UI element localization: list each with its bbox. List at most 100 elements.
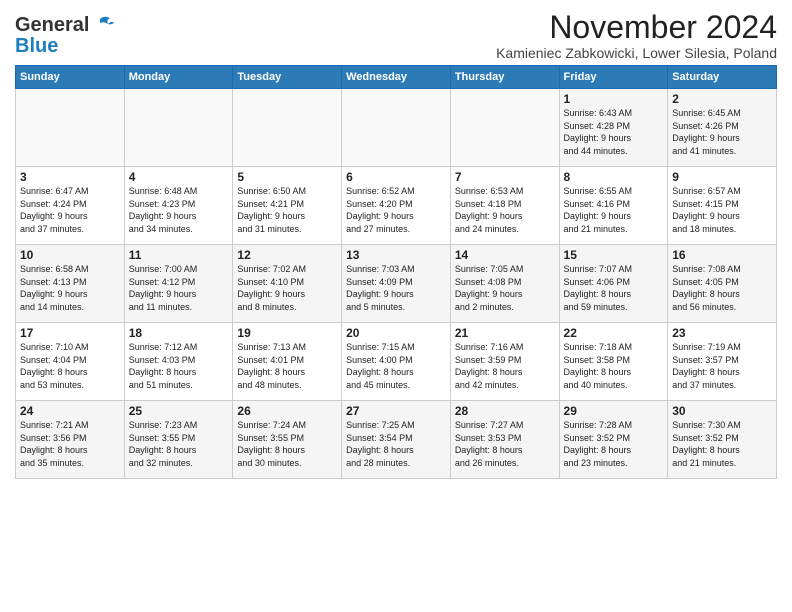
day-info: Sunrise: 7:23 AM Sunset: 3:55 PM Dayligh…: [129, 419, 229, 469]
day-info: Sunrise: 6:57 AM Sunset: 4:15 PM Dayligh…: [672, 185, 772, 235]
col-thursday: Thursday: [450, 66, 559, 89]
day-info: Sunrise: 7:16 AM Sunset: 3:59 PM Dayligh…: [455, 341, 555, 391]
day-number: 15: [564, 248, 664, 262]
calendar-cell: [16, 89, 125, 167]
calendar-cell: 27Sunrise: 7:25 AM Sunset: 3:54 PM Dayli…: [342, 401, 451, 479]
day-number: 3: [20, 170, 120, 184]
day-info: Sunrise: 6:48 AM Sunset: 4:23 PM Dayligh…: [129, 185, 229, 235]
logo-bird-icon: [92, 15, 114, 35]
day-number: 1: [564, 92, 664, 106]
calendar-cell: 20Sunrise: 7:15 AM Sunset: 4:00 PM Dayli…: [342, 323, 451, 401]
calendar-cell: 12Sunrise: 7:02 AM Sunset: 4:10 PM Dayli…: [233, 245, 342, 323]
day-number: 8: [564, 170, 664, 184]
day-info: Sunrise: 7:08 AM Sunset: 4:05 PM Dayligh…: [672, 263, 772, 313]
day-number: 19: [237, 326, 337, 340]
calendar-cell: 8Sunrise: 6:55 AM Sunset: 4:16 PM Daylig…: [559, 167, 668, 245]
day-info: Sunrise: 7:24 AM Sunset: 3:55 PM Dayligh…: [237, 419, 337, 469]
day-info: Sunrise: 6:45 AM Sunset: 4:26 PM Dayligh…: [672, 107, 772, 157]
day-info: Sunrise: 6:53 AM Sunset: 4:18 PM Dayligh…: [455, 185, 555, 235]
day-info: Sunrise: 7:15 AM Sunset: 4:00 PM Dayligh…: [346, 341, 446, 391]
col-saturday: Saturday: [668, 66, 777, 89]
calendar-cell: 29Sunrise: 7:28 AM Sunset: 3:52 PM Dayli…: [559, 401, 668, 479]
day-info: Sunrise: 7:07 AM Sunset: 4:06 PM Dayligh…: [564, 263, 664, 313]
day-number: 20: [346, 326, 446, 340]
col-wednesday: Wednesday: [342, 66, 451, 89]
col-monday: Monday: [124, 66, 233, 89]
day-number: 13: [346, 248, 446, 262]
day-info: Sunrise: 6:52 AM Sunset: 4:20 PM Dayligh…: [346, 185, 446, 235]
day-number: 9: [672, 170, 772, 184]
calendar-cell: [450, 89, 559, 167]
day-number: 26: [237, 404, 337, 418]
day-number: 14: [455, 248, 555, 262]
calendar-week-row: 17Sunrise: 7:10 AM Sunset: 4:04 PM Dayli…: [16, 323, 777, 401]
calendar-cell: [233, 89, 342, 167]
day-info: Sunrise: 7:00 AM Sunset: 4:12 PM Dayligh…: [129, 263, 229, 313]
calendar-cell: 30Sunrise: 7:30 AM Sunset: 3:52 PM Dayli…: [668, 401, 777, 479]
calendar-cell: 1Sunrise: 6:43 AM Sunset: 4:28 PM Daylig…: [559, 89, 668, 167]
day-info: Sunrise: 7:05 AM Sunset: 4:08 PM Dayligh…: [455, 263, 555, 313]
day-number: 22: [564, 326, 664, 340]
logo: General Blue: [15, 14, 114, 58]
calendar-cell: 19Sunrise: 7:13 AM Sunset: 4:01 PM Dayli…: [233, 323, 342, 401]
day-number: 5: [237, 170, 337, 184]
day-number: 11: [129, 248, 229, 262]
calendar-cell: 26Sunrise: 7:24 AM Sunset: 3:55 PM Dayli…: [233, 401, 342, 479]
col-friday: Friday: [559, 66, 668, 89]
calendar-cell: 5Sunrise: 6:50 AM Sunset: 4:21 PM Daylig…: [233, 167, 342, 245]
day-info: Sunrise: 7:12 AM Sunset: 4:03 PM Dayligh…: [129, 341, 229, 391]
day-info: Sunrise: 7:30 AM Sunset: 3:52 PM Dayligh…: [672, 419, 772, 469]
calendar-week-row: 24Sunrise: 7:21 AM Sunset: 3:56 PM Dayli…: [16, 401, 777, 479]
calendar-cell: 9Sunrise: 6:57 AM Sunset: 4:15 PM Daylig…: [668, 167, 777, 245]
day-info: Sunrise: 7:21 AM Sunset: 3:56 PM Dayligh…: [20, 419, 120, 469]
calendar-cell: 15Sunrise: 7:07 AM Sunset: 4:06 PM Dayli…: [559, 245, 668, 323]
day-number: 17: [20, 326, 120, 340]
header: General Blue November 2024 Kamieniec Zab…: [15, 10, 777, 61]
day-number: 24: [20, 404, 120, 418]
calendar-week-row: 1Sunrise: 6:43 AM Sunset: 4:28 PM Daylig…: [16, 89, 777, 167]
calendar-cell: 22Sunrise: 7:18 AM Sunset: 3:58 PM Dayli…: [559, 323, 668, 401]
calendar-cell: 10Sunrise: 6:58 AM Sunset: 4:13 PM Dayli…: [16, 245, 125, 323]
calendar-cell: 25Sunrise: 7:23 AM Sunset: 3:55 PM Dayli…: [124, 401, 233, 479]
calendar-cell: [124, 89, 233, 167]
day-info: Sunrise: 7:13 AM Sunset: 4:01 PM Dayligh…: [237, 341, 337, 391]
day-info: Sunrise: 6:55 AM Sunset: 4:16 PM Dayligh…: [564, 185, 664, 235]
day-info: Sunrise: 7:28 AM Sunset: 3:52 PM Dayligh…: [564, 419, 664, 469]
calendar-cell: 2Sunrise: 6:45 AM Sunset: 4:26 PM Daylig…: [668, 89, 777, 167]
calendar-cell: 18Sunrise: 7:12 AM Sunset: 4:03 PM Dayli…: [124, 323, 233, 401]
day-info: Sunrise: 7:18 AM Sunset: 3:58 PM Dayligh…: [564, 341, 664, 391]
day-info: Sunrise: 7:02 AM Sunset: 4:10 PM Dayligh…: [237, 263, 337, 313]
day-info: Sunrise: 6:58 AM Sunset: 4:13 PM Dayligh…: [20, 263, 120, 313]
calendar-cell: 17Sunrise: 7:10 AM Sunset: 4:04 PM Dayli…: [16, 323, 125, 401]
calendar-table: Sunday Monday Tuesday Wednesday Thursday…: [15, 65, 777, 479]
calendar-cell: 23Sunrise: 7:19 AM Sunset: 3:57 PM Dayli…: [668, 323, 777, 401]
day-number: 27: [346, 404, 446, 418]
calendar-cell: [342, 89, 451, 167]
calendar-cell: 4Sunrise: 6:48 AM Sunset: 4:23 PM Daylig…: [124, 167, 233, 245]
day-info: Sunrise: 6:50 AM Sunset: 4:21 PM Dayligh…: [237, 185, 337, 235]
calendar-cell: 7Sunrise: 6:53 AM Sunset: 4:18 PM Daylig…: [450, 167, 559, 245]
day-info: Sunrise: 7:03 AM Sunset: 4:09 PM Dayligh…: [346, 263, 446, 313]
location: Kamieniec Zabkowicki, Lower Silesia, Pol…: [496, 45, 777, 61]
calendar-cell: 24Sunrise: 7:21 AM Sunset: 3:56 PM Dayli…: [16, 401, 125, 479]
day-info: Sunrise: 7:27 AM Sunset: 3:53 PM Dayligh…: [455, 419, 555, 469]
col-tuesday: Tuesday: [233, 66, 342, 89]
day-number: 29: [564, 404, 664, 418]
day-number: 2: [672, 92, 772, 106]
calendar-cell: 6Sunrise: 6:52 AM Sunset: 4:20 PM Daylig…: [342, 167, 451, 245]
day-number: 21: [455, 326, 555, 340]
day-number: 25: [129, 404, 229, 418]
day-number: 23: [672, 326, 772, 340]
day-number: 6: [346, 170, 446, 184]
day-number: 12: [237, 248, 337, 262]
day-info: Sunrise: 6:47 AM Sunset: 4:24 PM Dayligh…: [20, 185, 120, 235]
header-row: Sunday Monday Tuesday Wednesday Thursday…: [16, 66, 777, 89]
calendar-week-row: 10Sunrise: 6:58 AM Sunset: 4:13 PM Dayli…: [16, 245, 777, 323]
calendar-cell: 3Sunrise: 6:47 AM Sunset: 4:24 PM Daylig…: [16, 167, 125, 245]
day-info: Sunrise: 7:19 AM Sunset: 3:57 PM Dayligh…: [672, 341, 772, 391]
calendar-cell: 14Sunrise: 7:05 AM Sunset: 4:08 PM Dayli…: [450, 245, 559, 323]
day-info: Sunrise: 7:10 AM Sunset: 4:04 PM Dayligh…: [20, 341, 120, 391]
calendar-cell: 16Sunrise: 7:08 AM Sunset: 4:05 PM Dayli…: [668, 245, 777, 323]
day-number: 30: [672, 404, 772, 418]
day-number: 18: [129, 326, 229, 340]
